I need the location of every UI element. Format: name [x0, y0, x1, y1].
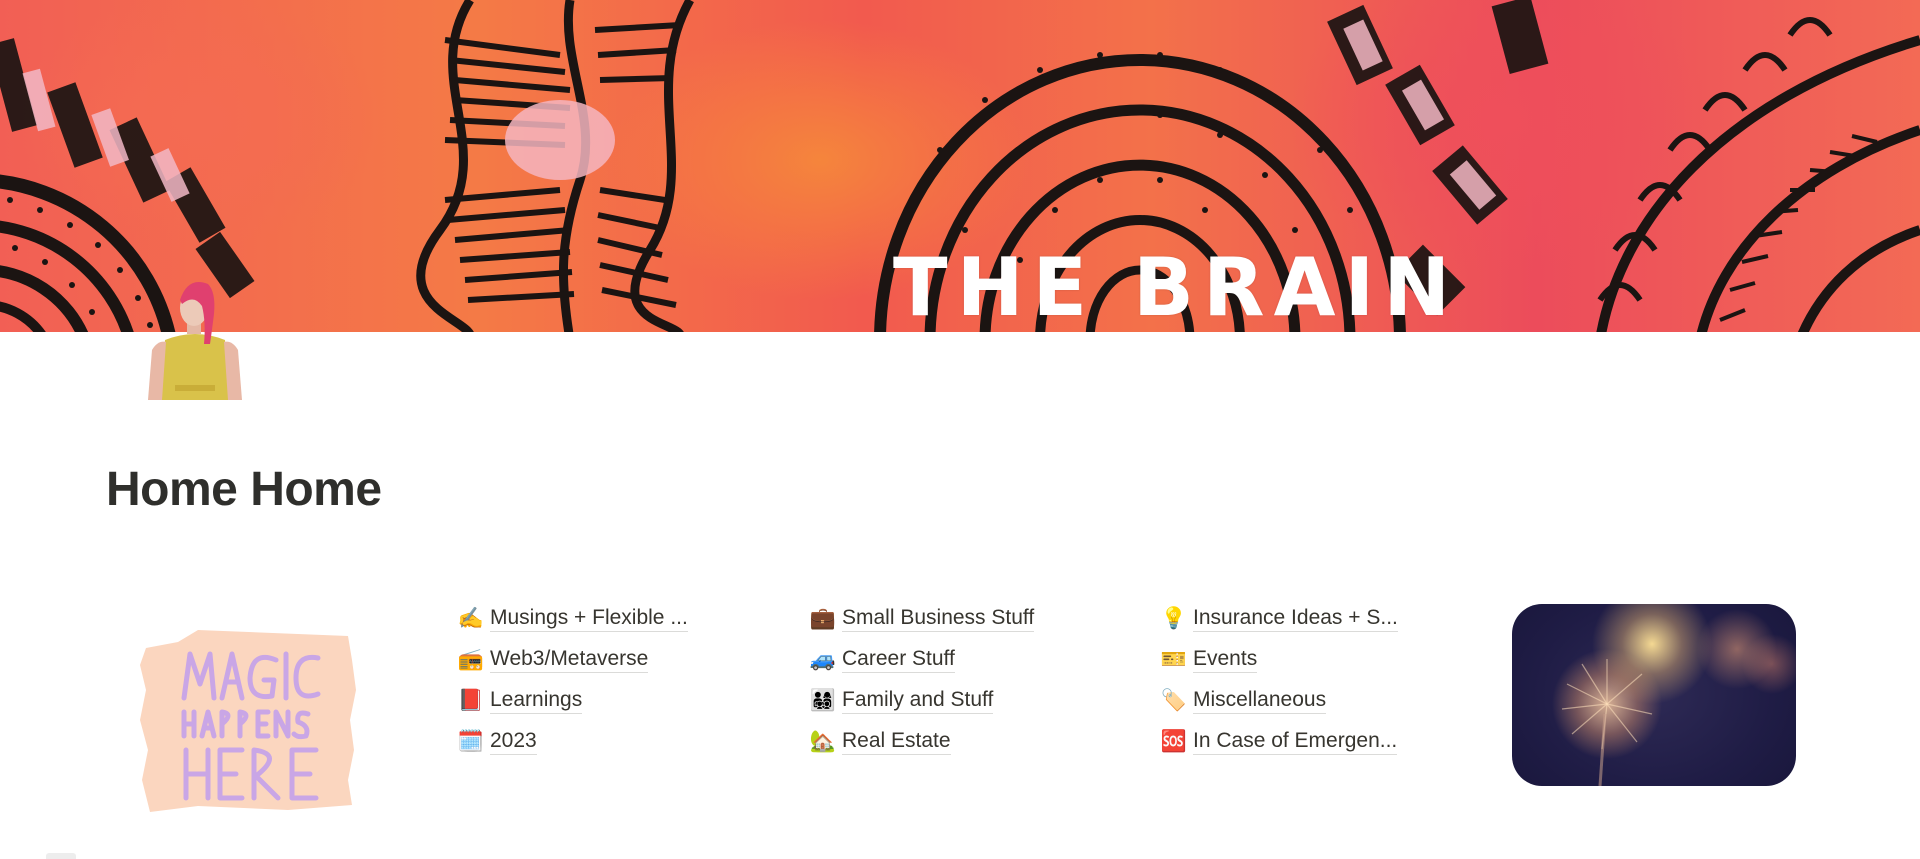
dandelion-illustration: [1561, 659, 1653, 786]
block-drag-handle[interactable]: [46, 853, 76, 859]
radio-icon: 📻: [457, 647, 485, 671]
magic-happens-here-image[interactable]: [138, 620, 358, 815]
page-link-web3-metaverse[interactable]: 📻 Web3/Metaverse: [456, 639, 688, 680]
cover-title: THE BRAIN: [893, 241, 1460, 332]
family-icon: 👨‍👩‍👧‍👦: [809, 688, 837, 712]
trailer-icon: 🚙: [809, 647, 837, 671]
links-column-1: ✍️ Musings + Flexible ... 📻 Web3/Metaver…: [456, 598, 688, 762]
dandelion-image[interactable]: [1512, 604, 1796, 786]
page-link-insurance-ideas[interactable]: 💡 Insurance Ideas + S...: [1159, 598, 1398, 639]
links-column-3: 💡 Insurance Ideas + S... 🎫 Events 🏷️ Mis…: [1159, 598, 1398, 762]
page-title[interactable]: Home Home: [106, 466, 382, 514]
page-link-label[interactable]: Insurance Ideas + S...: [1193, 605, 1398, 633]
avatar-woman-pink-hair-icon: [148, 282, 242, 400]
page-link-label[interactable]: Family and Stuff: [842, 687, 994, 715]
page-link-label[interactable]: Real Estate: [842, 728, 951, 756]
page-link-label[interactable]: Musings + Flexible ...: [490, 605, 688, 633]
sos-icon: 🆘: [1160, 729, 1188, 753]
page-link-family[interactable]: 👨‍👩‍👧‍👦 Family and Stuff: [808, 680, 1034, 721]
page-cover[interactable]: THE BRAIN: [0, 0, 1920, 332]
page-link-miscellaneous[interactable]: 🏷️ Miscellaneous: [1159, 680, 1398, 721]
briefcase-icon: 💼: [809, 606, 837, 630]
house-with-garden-icon: 🏡: [809, 729, 837, 753]
writing-hand-icon: ✍️: [457, 606, 485, 630]
links-column-2: 💼 Small Business Stuff 🚙 Career Stuff 👨‍…: [808, 598, 1035, 762]
page-link-label[interactable]: 2023: [490, 728, 537, 756]
page-link-events[interactable]: 🎫 Events: [1159, 639, 1398, 680]
page-link-label[interactable]: Events: [1193, 646, 1258, 674]
light-bulb-icon: 💡: [1160, 606, 1188, 630]
page-link-label[interactable]: Career Stuff: [842, 646, 955, 674]
ticket-icon: 🎫: [1160, 647, 1188, 671]
page-link-small-business[interactable]: 💼 Small Business Stuff: [808, 598, 1035, 639]
red-book-icon: 📕: [457, 688, 485, 712]
page-link-label[interactable]: Small Business Stuff: [842, 605, 1035, 633]
page-link-label[interactable]: Learnings: [490, 687, 583, 715]
spiral-calendar-icon: 🗓️: [457, 729, 485, 753]
page-icon-avatar[interactable]: [140, 270, 250, 400]
page-link-label[interactable]: Web3/Metaverse: [490, 646, 649, 674]
page-link-real-estate[interactable]: 🏡 Real Estate: [808, 721, 1034, 762]
magic-happens-here-illustration: [140, 630, 356, 812]
page-link-musings[interactable]: ✍️ Musings + Flexible ...: [456, 598, 688, 639]
page-link-in-case-of-emergency[interactable]: 🆘 In Case of Emergen...: [1159, 721, 1398, 762]
label-tag-icon: 🏷️: [1160, 688, 1188, 712]
page-link-label[interactable]: Miscellaneous: [1193, 687, 1327, 715]
page-link-2023[interactable]: 🗓️ 2023: [456, 721, 688, 762]
page-link-career[interactable]: 🚙 Career Stuff: [808, 639, 1034, 680]
page-link-learnings[interactable]: 📕 Learnings: [456, 680, 688, 721]
page-link-label[interactable]: In Case of Emergen...: [1193, 728, 1398, 756]
